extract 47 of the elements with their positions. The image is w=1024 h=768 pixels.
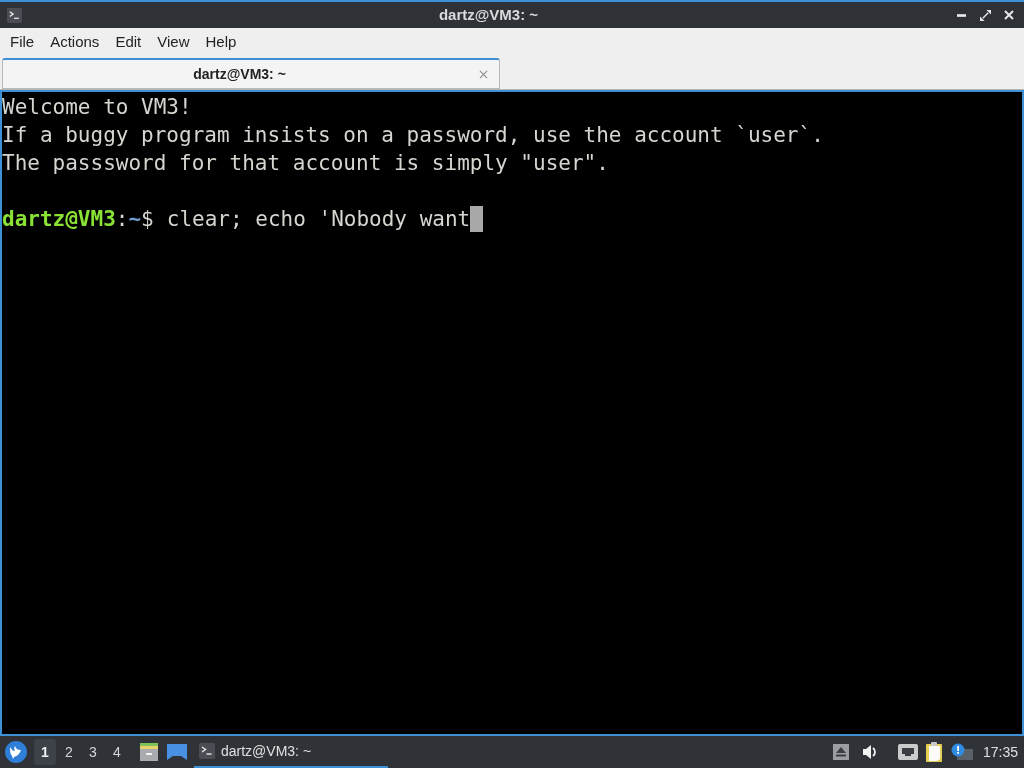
desktop-switch-button[interactable]: 4 xyxy=(106,739,128,765)
close-icon xyxy=(478,69,488,79)
clock[interactable]: 17:35 xyxy=(982,741,1018,763)
volume-button[interactable] xyxy=(861,744,878,760)
menu-item[interactable]: Help xyxy=(197,28,245,57)
terminal-tab[interactable]: dartz@VM3: ~ xyxy=(2,58,500,89)
taskbar-task-button[interactable]: dartz@VM3: ~ xyxy=(194,736,388,768)
eject-icon xyxy=(832,744,849,760)
prompt-user-host: dartz@VM3 xyxy=(2,206,116,233)
terminal-output-line: The passsword for that account is simply "user". xyxy=(2,151,609,175)
network-button[interactable] xyxy=(897,744,918,760)
menu-item[interactable]: Edit xyxy=(107,28,150,57)
speaker-icon xyxy=(861,744,878,760)
close-button[interactable] xyxy=(1002,8,1016,22)
prompt-path: ~ xyxy=(128,206,142,233)
ethernet-port-icon xyxy=(897,744,918,760)
close-icon xyxy=(1004,10,1014,20)
menu-item[interactable]: Actions xyxy=(42,28,108,57)
desktop-switch-button[interactable]: 3 xyxy=(82,739,104,765)
start-menu-button[interactable] xyxy=(5,741,27,763)
terminal-area[interactable]: Welcome to VM3! If a buggy program insists on a password, use the account `user`. The passsword for that account is simply "user". dartz@VM3:~$ clear; echo 'Nobody want xyxy=(0,90,1024,736)
notification-icon xyxy=(950,743,973,761)
clipboard-button[interactable] xyxy=(924,741,945,763)
desktop-switch-button[interactable]: 1 xyxy=(34,739,56,765)
tab-label: dartz@VM3: ~ xyxy=(192,64,287,84)
file-cabinet-icon xyxy=(139,742,159,762)
show-desktop-button[interactable] xyxy=(166,741,188,763)
menu-item[interactable]: View xyxy=(149,28,198,57)
clipboard-icon xyxy=(924,741,945,763)
bird-logo-icon xyxy=(5,741,27,763)
terminal-output-line: Welcome to VM3! xyxy=(2,95,192,119)
notification-button[interactable] xyxy=(950,743,973,761)
desktop-window-icon xyxy=(167,744,187,760)
prompt-separator: : xyxy=(115,206,129,233)
eject-button[interactable] xyxy=(832,744,849,760)
minimize-icon xyxy=(956,13,966,17)
command-text: clear; echo 'Nobody want xyxy=(166,206,471,233)
desktop-switch-button[interactable]: 2 xyxy=(58,739,80,765)
window-title: dartz@VM3: ~ xyxy=(438,4,539,25)
terminal-icon xyxy=(199,743,215,759)
terminal-icon xyxy=(6,7,23,23)
terminal-output-line: If a buggy program insists on a password, use the account `user`. xyxy=(2,123,824,147)
maximize-icon xyxy=(979,9,991,21)
prompt-symbol: $ xyxy=(141,206,154,233)
menu-item[interactable]: File xyxy=(2,28,43,57)
maximize-button[interactable] xyxy=(978,8,992,22)
file-manager-button[interactable] xyxy=(138,741,160,763)
